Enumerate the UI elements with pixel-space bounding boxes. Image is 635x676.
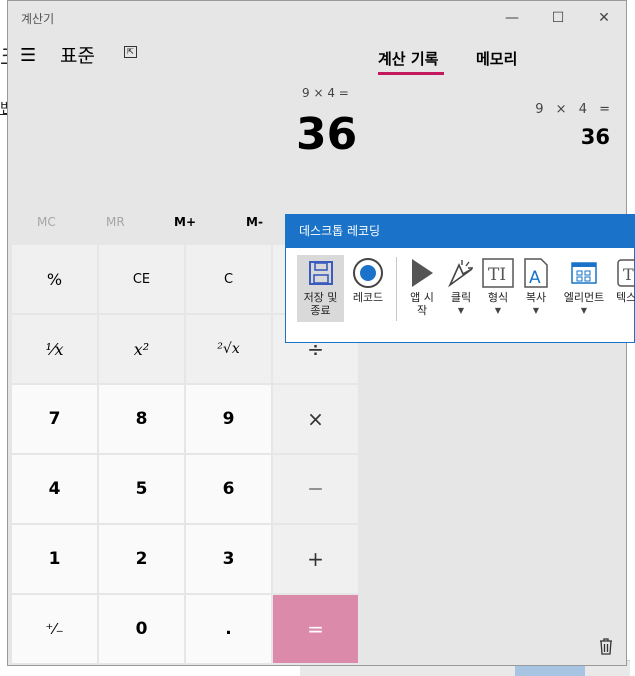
clear-entry-button[interactable]: CE (99, 245, 184, 313)
text-icon: T (616, 255, 635, 291)
square-button[interactable]: x² (99, 315, 184, 383)
cursor-click-icon (445, 255, 477, 291)
format-dropdown-chevron-icon[interactable]: ▼ (495, 304, 501, 317)
close-button[interactable]: ✕ (589, 7, 619, 29)
svg-text:A: A (529, 268, 541, 288)
save-and-exit-label: 저장 및 종료 (303, 291, 338, 317)
app-start-button[interactable]: 앱 시작 (402, 255, 442, 317)
text-format-icon: TI (482, 255, 514, 291)
ui-element-icon (571, 255, 597, 291)
square-root-button[interactable]: ²√x (186, 315, 271, 383)
click-label: 클릭 (450, 291, 472, 304)
add-button[interactable]: + (273, 525, 358, 593)
multiply-button[interactable]: × (273, 385, 358, 453)
percent-button[interactable]: % (12, 245, 97, 313)
menu-icon[interactable]: ☰ (20, 45, 36, 66)
copy-button[interactable]: A 복사 ▼ (518, 255, 554, 317)
digit-0-button[interactable]: 0 (99, 595, 184, 663)
window-title: 계산기 (21, 12, 55, 26)
digit-1-button[interactable]: 1 (12, 525, 97, 593)
svg-text:TI: TI (488, 265, 506, 285)
format-label: 형식 (487, 291, 509, 304)
tab-memory[interactable]: 메모리 (476, 48, 517, 69)
save-and-exit-button[interactable]: 저장 및 종료 (297, 255, 344, 322)
app-start-label: 앱 시작 (410, 291, 434, 317)
m-minus-button[interactable]: M- (246, 215, 263, 229)
digit-4-button[interactable]: 4 (12, 455, 97, 523)
reciprocal-button[interactable]: ¹⁄x (12, 315, 97, 383)
subtract-button[interactable]: — (273, 455, 358, 523)
history-expression[interactable]: 9 × 4 = (535, 102, 610, 117)
play-icon (409, 255, 435, 291)
svg-text:T: T (623, 265, 634, 284)
element-dropdown-chevron-icon[interactable]: ▼ (581, 304, 587, 317)
desktop-recording-panel: 데스크톱 레코딩 저장 및 종료 레코드 앱 시작 클릭 ▼ TI 형식 ▼ A… (285, 214, 635, 343)
digit-7-button[interactable]: 7 (12, 385, 97, 453)
history-result[interactable]: 36 (581, 125, 610, 149)
toolbar-separator (396, 257, 397, 321)
minimize-button[interactable]: — (497, 7, 527, 29)
record-icon (352, 255, 384, 291)
record-button[interactable]: 레코드 (348, 255, 388, 304)
active-tab-indicator (378, 72, 444, 75)
text-label: 텍스 (616, 291, 635, 304)
mode-title: 표준 (60, 45, 95, 67)
equals-button[interactable]: = (273, 595, 358, 663)
trash-icon[interactable] (598, 637, 614, 659)
mc-button[interactable]: MC (37, 215, 56, 229)
clear-button[interactable]: C (186, 245, 271, 313)
copy-text-icon: A (522, 255, 550, 291)
copy-dropdown-chevron-icon[interactable]: ▼ (533, 304, 539, 317)
recording-panel-title: 데스크톱 레코딩 (286, 215, 634, 248)
negate-button[interactable]: ⁺⁄₋ (12, 595, 97, 663)
digit-2-button[interactable]: 2 (99, 525, 184, 593)
element-label: 엘리먼트 (563, 291, 605, 304)
decimal-button[interactable]: . (186, 595, 271, 663)
maximize-button[interactable]: ☐ (543, 7, 573, 29)
click-button[interactable]: 클릭 ▼ (442, 255, 480, 317)
m-plus-button[interactable]: M+ (174, 215, 196, 229)
copy-label: 복사 (525, 291, 547, 304)
digit-5-button[interactable]: 5 (99, 455, 184, 523)
display-result: 36 (296, 109, 358, 160)
click-dropdown-chevron-icon[interactable]: ▼ (458, 304, 464, 317)
keep-on-top-icon[interactable]: ⇱ (124, 46, 137, 58)
display-expression: 9 × 4 = (302, 86, 349, 100)
tab-history[interactable]: 계산 기록 (378, 48, 438, 69)
format-button[interactable]: TI 형식 ▼ (480, 255, 516, 317)
digit-6-button[interactable]: 6 (186, 455, 271, 523)
text-button[interactable]: T 텍스 (616, 255, 635, 304)
save-icon (308, 255, 334, 291)
mr-button[interactable]: MR (106, 215, 125, 229)
digit-8-button[interactable]: 8 (99, 385, 184, 453)
digit-9-button[interactable]: 9 (186, 385, 271, 453)
record-label: 레코드 (352, 291, 384, 304)
digit-3-button[interactable]: 3 (186, 525, 271, 593)
element-button[interactable]: 엘리먼트 ▼ (556, 255, 612, 317)
